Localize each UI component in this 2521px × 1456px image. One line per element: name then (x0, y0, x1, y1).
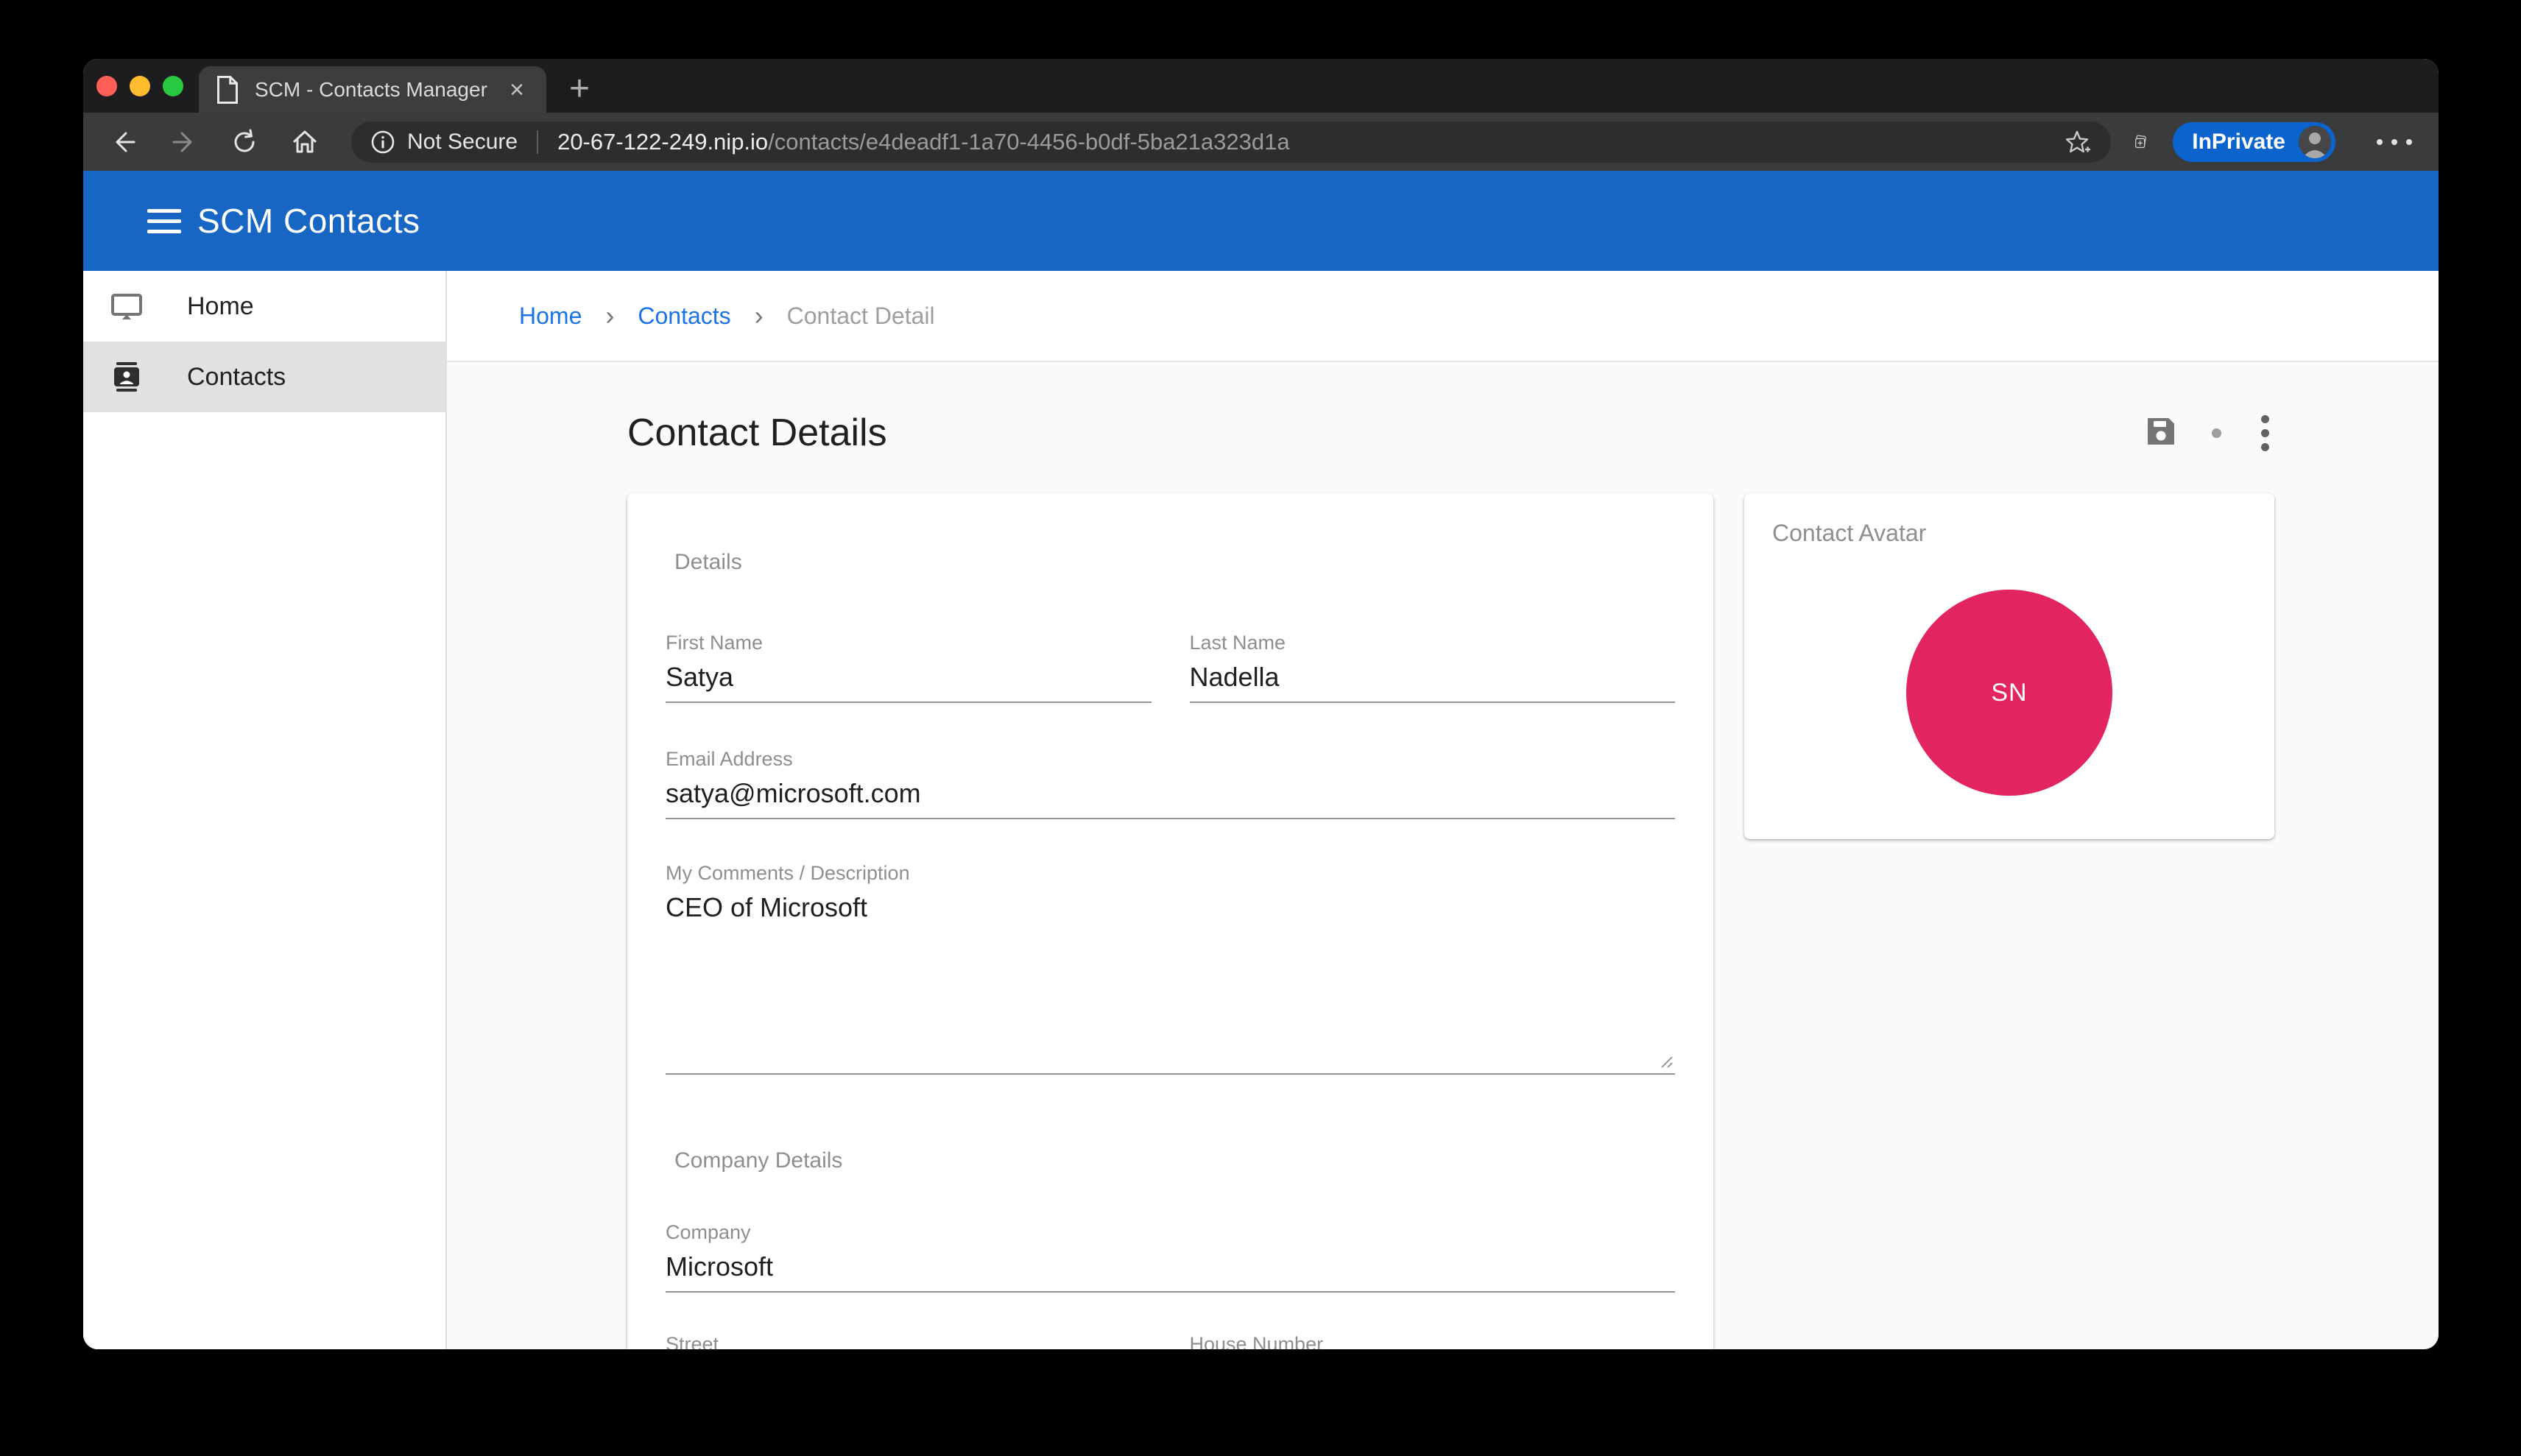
back-button[interactable] (110, 126, 138, 158)
close-window-button[interactable] (96, 76, 117, 96)
minimize-window-button[interactable] (130, 76, 150, 96)
window-controls (96, 76, 183, 96)
home-icon (293, 130, 317, 152)
avatar-section-label: Contact Avatar (1772, 520, 1927, 546)
page-favicon-icon (217, 75, 238, 104)
reload-icon (234, 129, 255, 152)
first-name-field: First Name (666, 629, 1152, 703)
page-content: Contact Details Details First Name Satya… (447, 362, 2439, 1349)
inprivate-label: InPrivate (2192, 129, 2285, 154)
email-field: Email Address (666, 746, 1675, 819)
info-icon (371, 130, 395, 153)
company-field: Company (666, 1219, 1675, 1293)
chevron-right-icon: › (754, 300, 764, 331)
url-host: 20-67-122-249.nip.io (557, 128, 769, 155)
reload-button[interactable] (230, 126, 258, 158)
save-button[interactable] (2144, 414, 2178, 452)
house-number-label: House Number (1189, 1333, 1324, 1349)
app-header: SCM Contacts (83, 171, 2439, 271)
details-section-label: Details (674, 550, 742, 574)
last-name-field: Last Name (1189, 629, 1675, 703)
url-path: /contacts/e4deadf1-1a70-4456-b0df-5ba21a… (768, 128, 1290, 155)
company-section-label: Company Details (674, 1148, 843, 1173)
back-arrow-icon (116, 132, 135, 152)
sidebar-item-home[interactable]: Home (83, 271, 445, 342)
breadcrumb-home-link[interactable]: Home (519, 303, 582, 330)
breadcrumb-current: Contact Detail (786, 302, 935, 329)
address-bar[interactable]: Not Secure 20-67-122-249.nip.io/contacts… (351, 121, 2111, 163)
status-dot-icon (2212, 428, 2221, 438)
dot (2391, 138, 2397, 145)
street-label: Street (666, 1333, 719, 1349)
profile-avatar-icon (2299, 125, 2331, 158)
email-label: Email Address (666, 748, 793, 770)
add-favorite-star-icon[interactable] (2062, 127, 2092, 157)
new-tab-button[interactable]: + (569, 71, 590, 107)
last-name-label: Last Name (1189, 632, 1286, 654)
security-label[interactable]: Not Secure (407, 130, 518, 155)
tab-strip: SCM - Contacts Manager × + (83, 59, 2439, 113)
sidebar-item-contacts[interactable]: Contacts (83, 342, 445, 412)
save-floppy-icon (2148, 417, 2174, 445)
email-input[interactable] (666, 772, 1675, 819)
company-label: Company (666, 1221, 751, 1243)
forward-button[interactable] (170, 126, 198, 158)
browser-menu-button[interactable] (2377, 138, 2412, 145)
contact-form-card: Details First Name Last Name (627, 493, 1713, 1349)
sidebar: Home Contacts (83, 271, 447, 1349)
chevron-right-icon: › (605, 300, 615, 331)
menu-hamburger-icon[interactable] (147, 208, 181, 233)
contact-avatar-card: Contact Avatar SN (1744, 493, 2274, 839)
sidebar-item-label: Home (187, 291, 254, 320)
more-options-button[interactable] (2255, 412, 2275, 454)
url-text[interactable]: 20-67-122-249.nip.io/contacts/e4deadf1-1… (557, 129, 2048, 155)
house-number-field: House Number (1190, 1331, 1676, 1349)
url-separator (537, 130, 539, 154)
avatar-initials: SN (1991, 678, 2028, 707)
collections-icon[interactable] (2133, 126, 2148, 158)
contact-card-icon (114, 362, 139, 392)
forward-arrow-icon (172, 132, 192, 152)
breadcrumb: Home › Contacts › Contact Detail (447, 271, 2439, 362)
street-field: Street (666, 1331, 1152, 1349)
tab-close-icon[interactable]: × (505, 77, 529, 102)
first-name-input[interactable] (666, 656, 1152, 703)
dot (2406, 138, 2412, 145)
comments-label: My Comments / Description (666, 862, 910, 884)
dot (2377, 138, 2383, 145)
main-area: Home › Contacts › Contact Detail Contact… (447, 271, 2439, 1349)
tab-title: SCM - Contacts Manager (255, 77, 487, 101)
browser-window: SCM - Contacts Manager × + Not Secure 20… (83, 59, 2439, 1349)
monitor-icon (111, 294, 142, 319)
app-title: SCM Contacts (197, 202, 420, 240)
company-input[interactable] (666, 1245, 1675, 1293)
sidebar-item-label: Contacts (187, 362, 286, 391)
first-name-label: First Name (666, 632, 764, 654)
browser-toolbar: Not Secure 20-67-122-249.nip.io/contacts… (83, 113, 2439, 171)
resize-handle[interactable] (1656, 1051, 1674, 1069)
home-button[interactable] (291, 126, 319, 158)
contact-avatar: SN (1906, 590, 2112, 796)
browser-tab[interactable]: SCM - Contacts Manager × (199, 66, 546, 113)
maximize-window-button[interactable] (163, 76, 183, 96)
comments-field: My Comments / Description CEO of Microso… (666, 860, 1675, 1075)
comments-textarea[interactable]: CEO of Microsoft (666, 886, 1675, 1075)
last-name-input[interactable] (1189, 656, 1675, 703)
breadcrumb-contacts-link[interactable]: Contacts (638, 303, 730, 330)
page-title: Contact Details (627, 411, 887, 454)
inprivate-badge[interactable]: InPrivate (2173, 121, 2335, 162)
